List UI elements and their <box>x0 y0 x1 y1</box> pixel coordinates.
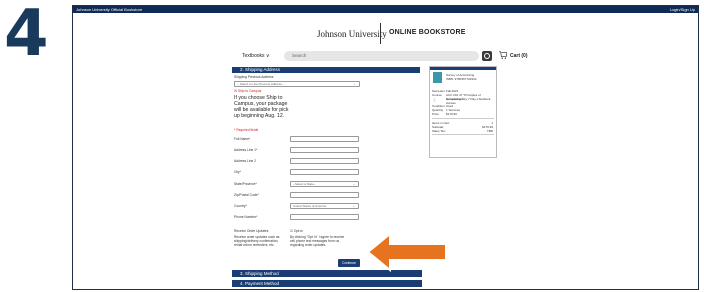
field-label: Full Name* <box>234 137 251 141</box>
search-button[interactable] <box>482 51 492 61</box>
ship-to-campus-option[interactable]: ☒ Ship to Campus <box>234 89 261 93</box>
order-updates-label: Receive Order Updates <box>234 229 269 233</box>
field-label: Address Line 2 <box>234 159 256 163</box>
textbooks-menu[interactable]: Textbooks ∨ <box>242 53 270 59</box>
logo-divider <box>380 23 381 44</box>
cart-link[interactable]: Cart (0) <box>510 53 528 59</box>
zip-input[interactable] <box>290 192 359 198</box>
order-summary-panel: Survey of Accounting ISBN: 9780357722930… <box>429 66 497 158</box>
university-logo[interactable]: Johnson University <box>317 29 387 39</box>
field-label: Country* <box>234 204 247 208</box>
option-value: Complementary 7 Day eTextbook Access <box>446 97 491 105</box>
address-line2-input[interactable] <box>290 158 359 164</box>
country-select[interactable]: United States of America ⌄ <box>290 203 359 209</box>
address-line1-input[interactable] <box>290 147 359 153</box>
price-label: Price <box>432 112 439 116</box>
previous-address-label: Shipping Previous Address <box>234 75 274 79</box>
summary-bar <box>430 67 496 70</box>
top-bar: Johnson University Official Bookstore Lo… <box>73 6 698 13</box>
summary-divider <box>432 118 494 119</box>
field-label: City* <box>234 170 241 174</box>
step-number: 4 <box>4 0 49 71</box>
optin-checkbox[interactable]: ☑ Opt-in <box>290 229 303 233</box>
cart-icon[interactable] <box>499 51 507 59</box>
pointer-arrow-icon <box>368 232 447 272</box>
payment-method-header[interactable]: 4. Payment Method <box>232 280 422 287</box>
store-link[interactable]: Johnson University Official Bookstore <box>76 6 142 13</box>
login-link[interactable]: Login/Sign Up <box>670 6 695 13</box>
optin-desc: By clicking "Opt In" I agree to receive … <box>290 235 345 248</box>
store-title: ONLINE BOOKSTORE <box>389 29 466 36</box>
chevron-down-icon: ⌄ <box>352 204 355 208</box>
tax-value: TBD <box>487 129 493 133</box>
full-name-input[interactable] <box>290 136 359 142</box>
field-label: State/Province* <box>234 182 257 186</box>
price-value: $179.99 <box>446 112 457 116</box>
info-icon: ⓘ <box>433 98 437 102</box>
shipping-address-header: 2. Shipping Address <box>232 67 420 73</box>
search-input[interactable]: Search <box>284 51 479 61</box>
order-updates-desc: Receive order updates such as shipping/d… <box>234 235 280 248</box>
field-label: Zip/Postal Code* <box>234 193 259 197</box>
course-label: Course <box>432 93 442 97</box>
phone-input[interactable] <box>290 214 359 220</box>
summary-divider <box>432 134 494 135</box>
city-input[interactable] <box>290 169 359 175</box>
tax-label: Sales Tax: <box>432 129 446 133</box>
state-select[interactable]: --Select a State-- ⌄ <box>290 181 359 187</box>
campus-pickup-note: If you choose Ship to Campus, your packa… <box>234 95 289 119</box>
chevron-down-icon: ⌄ <box>353 82 356 86</box>
required-note: * Required fields <box>234 128 259 132</box>
field-label: Address Line 1* <box>234 148 258 152</box>
brand-header: Johnson University ONLINE BOOKSTORE <box>73 22 698 44</box>
book-isbn: ISBN: 9780357722930 <box>446 77 477 81</box>
nav-row: Textbooks ∨ Search Cart (0) <box>73 50 698 64</box>
field-label: Phone Number* <box>234 215 258 219</box>
previous-address-select[interactable]: -- Select to Use Previous Address -- ⌄ <box>234 81 360 87</box>
continue-button[interactable]: Continue <box>338 259 360 267</box>
book-cover-icon <box>433 72 442 83</box>
chevron-down-icon: ⌄ <box>352 182 355 186</box>
